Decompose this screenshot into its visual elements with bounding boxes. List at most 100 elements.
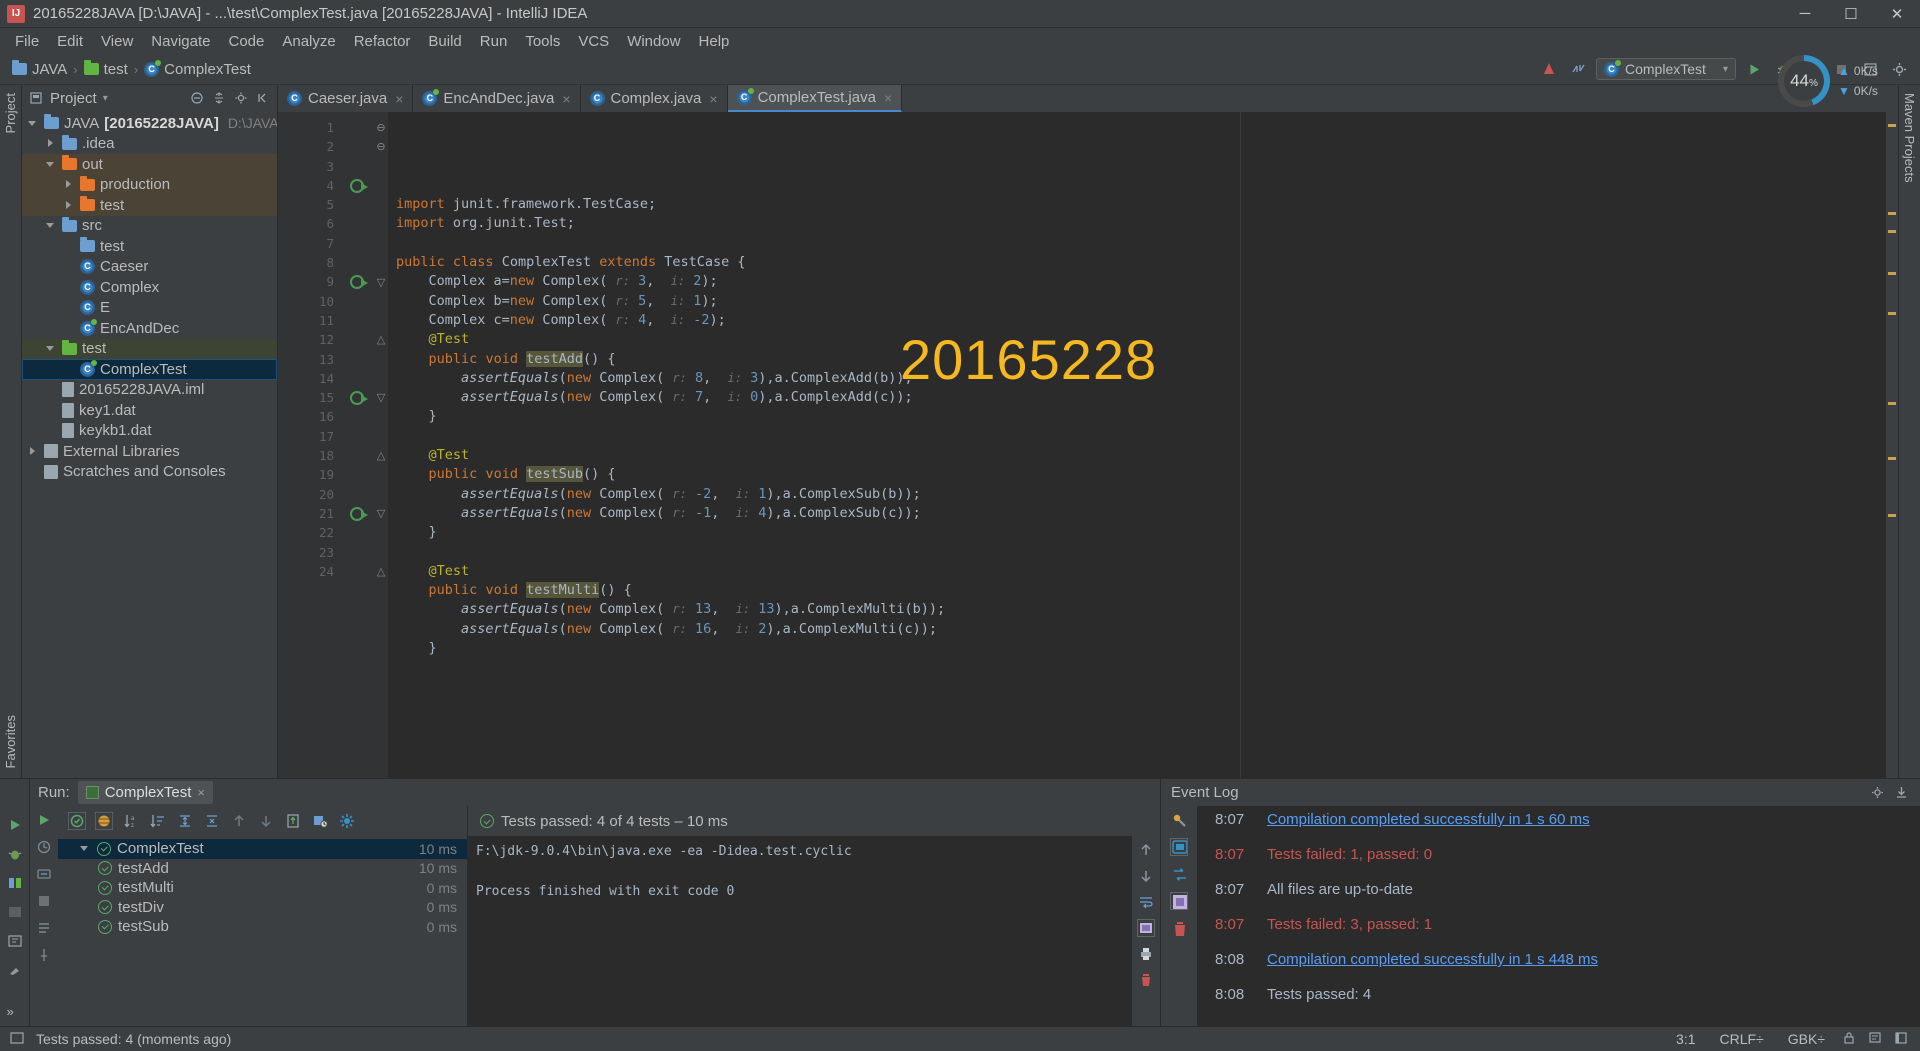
project-tree-item--idea[interactable]: .idea <box>22 134 277 155</box>
event-log-settings-icon[interactable] <box>1870 785 1886 801</box>
scroll-down-icon[interactable] <box>1138 868 1154 884</box>
project-tree-item-java[interactable]: JAVA [20165228JAVA] D:\JAVA <box>22 113 277 134</box>
test-tree-item-testadd[interactable]: testAdd 10 ms <box>58 859 467 879</box>
menu-refactor[interactable]: Refactor <box>345 30 420 53</box>
next-failed-icon[interactable] <box>257 812 275 830</box>
chevron-right-icon[interactable] <box>46 138 57 149</box>
editor-tab-bar[interactable]: C Caeser.java × C EncAndDec.java × C Complex.ja… <box>278 85 1898 112</box>
project-tree-item-key1-dat[interactable]: key1.dat <box>22 400 277 421</box>
run-test-gutter-icon[interactable] <box>340 388 374 407</box>
chevron-down-icon[interactable] <box>46 343 57 354</box>
close-button[interactable]: ✕ <box>1874 0 1920 28</box>
chevron-right-icon[interactable] <box>64 200 75 211</box>
expand-all-icon[interactable] <box>211 90 227 106</box>
editor-tab-encanddec-java[interactable]: C EncAndDec.java × <box>413 85 581 112</box>
test-history-icon[interactable] <box>311 812 329 830</box>
fold-marker[interactable]: ▽ <box>374 272 388 291</box>
chevron-down-icon[interactable] <box>28 118 39 129</box>
breadcrumb-complextest[interactable]: C ComplexTest <box>140 59 255 80</box>
toggle-auto-test-icon[interactable] <box>36 866 52 882</box>
run-test-gutter-icon[interactable] <box>340 176 374 195</box>
project-tree-item-caeser[interactable]: C Caeser <box>22 257 277 278</box>
event-log-entry[interactable]: 8:07 All files are up-to-date <box>1197 881 1920 916</box>
project-tree-item-e[interactable]: CE <box>22 298 277 319</box>
chevron-down-icon[interactable]: ▾ <box>103 93 108 104</box>
show-ignored-toggle[interactable] <box>95 812 113 830</box>
file-encoding[interactable]: GBK÷ <box>1781 1031 1832 1047</box>
hide-panel-icon[interactable] <box>255 90 271 106</box>
menu-run[interactable]: Run <box>471 30 517 53</box>
project-tree-item-encanddec[interactable]: C EncAndDec <box>22 318 277 339</box>
scroll-up-icon[interactable] <box>1138 842 1154 858</box>
chevron-down-icon[interactable] <box>46 159 57 170</box>
gear-icon[interactable] <box>233 90 249 106</box>
event-message[interactable]: Compilation completed successfully in 1 … <box>1267 811 1590 828</box>
breadcrumb-test[interactable]: test <box>80 59 132 80</box>
menu-file[interactable]: File <box>6 30 48 53</box>
editor-marker-bar[interactable] <box>1886 112 1898 778</box>
gutter-run-markers[interactable] <box>340 112 374 778</box>
lock-icon[interactable] <box>1842 1031 1858 1047</box>
sort-alphabetically-icon[interactable]: az <box>122 812 140 830</box>
menu-view[interactable]: View <box>92 30 142 53</box>
expand-all-icon[interactable] <box>176 812 194 830</box>
test-settings-icon[interactable] <box>338 812 356 830</box>
delete-event-icon[interactable] <box>1171 920 1187 936</box>
inspection-icon[interactable] <box>1538 58 1560 80</box>
run-button[interactable] <box>1743 58 1765 80</box>
stop-icon[interactable] <box>36 893 52 909</box>
menu-code[interactable]: Code <box>219 30 273 53</box>
pin-tab-icon[interactable] <box>36 947 52 963</box>
fold-marker[interactable]: △ <box>374 562 388 581</box>
event-message[interactable]: Compilation completed successfully in 1 … <box>1267 951 1598 968</box>
fold-marker[interactable]: △ <box>374 330 388 349</box>
sort-by-duration-icon[interactable] <box>149 812 167 830</box>
print-icon[interactable] <box>1138 946 1154 962</box>
rerun-failed-icon[interactable] <box>36 839 52 855</box>
test-tree-item-testmulti[interactable]: testMulti 0 ms <box>58 878 467 898</box>
tool-window-button-project[interactable]: Project <box>3 93 18 133</box>
project-tree-item-external-libraries[interactable]: External Libraries <box>22 441 277 462</box>
clear-all-icon[interactable] <box>1138 972 1154 988</box>
menu-window[interactable]: Window <box>618 30 689 53</box>
menu-tools[interactable]: Tools <box>516 30 569 53</box>
hide-toolbars-icon[interactable] <box>1894 1031 1910 1047</box>
chevron-right-icon[interactable] <box>64 179 75 190</box>
vcs-update-icon[interactable] <box>1567 58 1589 80</box>
run-configuration-selector[interactable]: C ComplexTest ▾ <box>1596 58 1736 80</box>
close-icon[interactable]: × <box>395 91 403 107</box>
tool-window-button-favorites[interactable]: Favorites <box>3 715 18 768</box>
fold-marker[interactable]: ▽ <box>374 504 388 523</box>
editor-tab-complextest-java[interactable]: C ComplexTest.java × <box>727 85 903 112</box>
project-tree-item-test[interactable]: test <box>22 236 277 257</box>
run-test-gutter-icon[interactable] <box>340 504 374 523</box>
menu-analyze[interactable]: Analyze <box>273 30 344 53</box>
notifications-icon[interactable] <box>1170 838 1188 856</box>
code-editor[interactable]: 1 2 3 4 5 6 7 8 9 10 11 12 13 14 15 16 17 18 19 20 21 22 23 24 … <box>278 112 1898 778</box>
collapse-all-icon[interactable] <box>203 812 221 830</box>
caret-position[interactable]: 3:1 <box>1669 1031 1702 1047</box>
debug-tool-icon[interactable] <box>7 846 23 862</box>
soft-wrap-icon[interactable] <box>1138 894 1154 910</box>
line-separator[interactable]: CRLF÷ <box>1713 1031 1771 1047</box>
project-tree-item-complextest[interactable]: C ComplexTest <box>22 359 277 380</box>
export-results-icon[interactable] <box>284 812 302 830</box>
project-tree-item-production[interactable]: production <box>22 174 277 195</box>
todo-tool-icon[interactable] <box>7 875 23 891</box>
editor-tab-caeser-java[interactable]: C Caeser.java × <box>278 85 414 112</box>
test-tree-item-complextest[interactable]: ComplexTest 10 ms <box>58 839 467 859</box>
fold-marker[interactable]: ▽ <box>374 388 388 407</box>
fold-marker[interactable]: ⊖ <box>374 137 388 156</box>
memory-cpu-widget[interactable]: 44% ▲ 0K/s ▼ 0K/s <box>1778 54 1906 108</box>
close-icon[interactable]: × <box>197 785 205 800</box>
editor-tab-complex-java[interactable]: C Complex.java × <box>581 85 728 112</box>
plugin-event-icon[interactable] <box>1170 892 1188 910</box>
event-log-entry[interactable]: 8:07 Tests failed: 3, passed: 1 <box>1197 916 1920 951</box>
close-icon[interactable]: × <box>709 91 717 107</box>
menu-navigate[interactable]: Navigate <box>142 30 219 53</box>
close-icon[interactable]: × <box>884 90 892 106</box>
run-test-gutter-icon[interactable] <box>340 272 374 291</box>
fold-marker[interactable]: △ <box>374 446 388 465</box>
project-tree-item-src[interactable]: src <box>22 216 277 237</box>
hide-event-log-icon[interactable] <box>1894 785 1910 801</box>
